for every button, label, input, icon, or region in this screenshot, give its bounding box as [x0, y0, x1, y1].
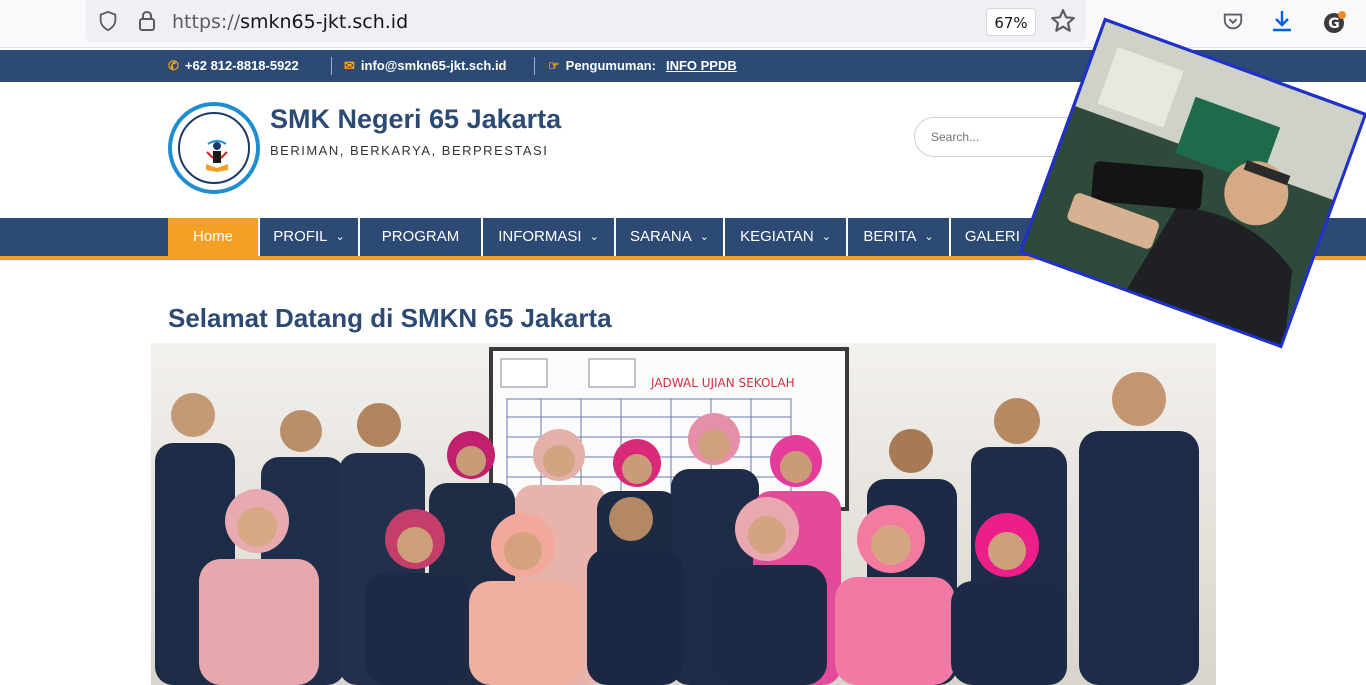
divider [331, 57, 332, 75]
nav-informasi[interactable]: INFORMASI ⌄ [483, 218, 614, 256]
pocket-icon[interactable] [1222, 10, 1244, 32]
nav-home[interactable]: Home [168, 218, 258, 256]
nav-program[interactable]: PROGRAM [360, 218, 481, 256]
chevron-down-icon: ⌄ [821, 231, 831, 243]
nav-berita[interactable]: BERITA ⌄ [848, 218, 949, 256]
whiteboard-title: JADWAL UJIAN SEKOLAH [650, 376, 795, 390]
welcome-heading: Selamat Datang di SMKN 65 Jakarta [168, 303, 612, 333]
site-tagline: BERIMAN, BERKARYA, BERPRESTASI [270, 143, 549, 158]
phone-contact[interactable]: ✆ +62 812-8818-5922 [168, 58, 299, 74]
envelope-icon: ✉ [344, 58, 355, 73]
announcement-link[interactable]: INFO PPDB [666, 58, 737, 73]
site-title[interactable]: SMK Negeri 65 Jakarta [270, 104, 561, 135]
download-icon[interactable] [1270, 8, 1294, 34]
zoom-level-button[interactable]: 67% [986, 8, 1036, 36]
chevron-down-icon: ⌄ [335, 231, 345, 243]
lock-icon[interactable] [137, 10, 157, 32]
email-contact[interactable]: ✉ info@smkn65-jkt.sch.id [344, 58, 507, 74]
phone-icon: ✆ [168, 58, 179, 73]
extension-g-icon[interactable]: G [1320, 8, 1348, 36]
svg-text:G: G [1328, 16, 1340, 32]
logo-ring [178, 112, 250, 184]
bookmark-star-icon[interactable] [1050, 8, 1076, 34]
chevron-down-icon: ⌄ [924, 231, 934, 243]
group-photo-illustration: JADWAL UJIAN SEKOLAH [151, 343, 1216, 685]
chevron-down-icon: ⌄ [589, 231, 599, 243]
pointing-hand-icon: ☞ [548, 58, 560, 73]
school-logo[interactable] [168, 102, 260, 194]
divider [534, 57, 535, 75]
shield-icon[interactable] [97, 10, 119, 32]
nav-kegiatan[interactable]: KEGIATAN ⌄ [725, 218, 846, 256]
group-photo: JADWAL UJIAN SEKOLAH [151, 343, 1216, 685]
announcement: ☞ Pengumuman: INFO PPDB [548, 58, 737, 73]
nav-profil[interactable]: PROFIL ⌄ [260, 218, 358, 256]
nav-sarana[interactable]: SARANA ⌄ [616, 218, 723, 256]
chevron-down-icon: ⌄ [699, 231, 709, 243]
logo-emblem-icon [206, 140, 228, 172]
url-text[interactable]: https://smkn65-jkt.sch.id [172, 11, 408, 33]
